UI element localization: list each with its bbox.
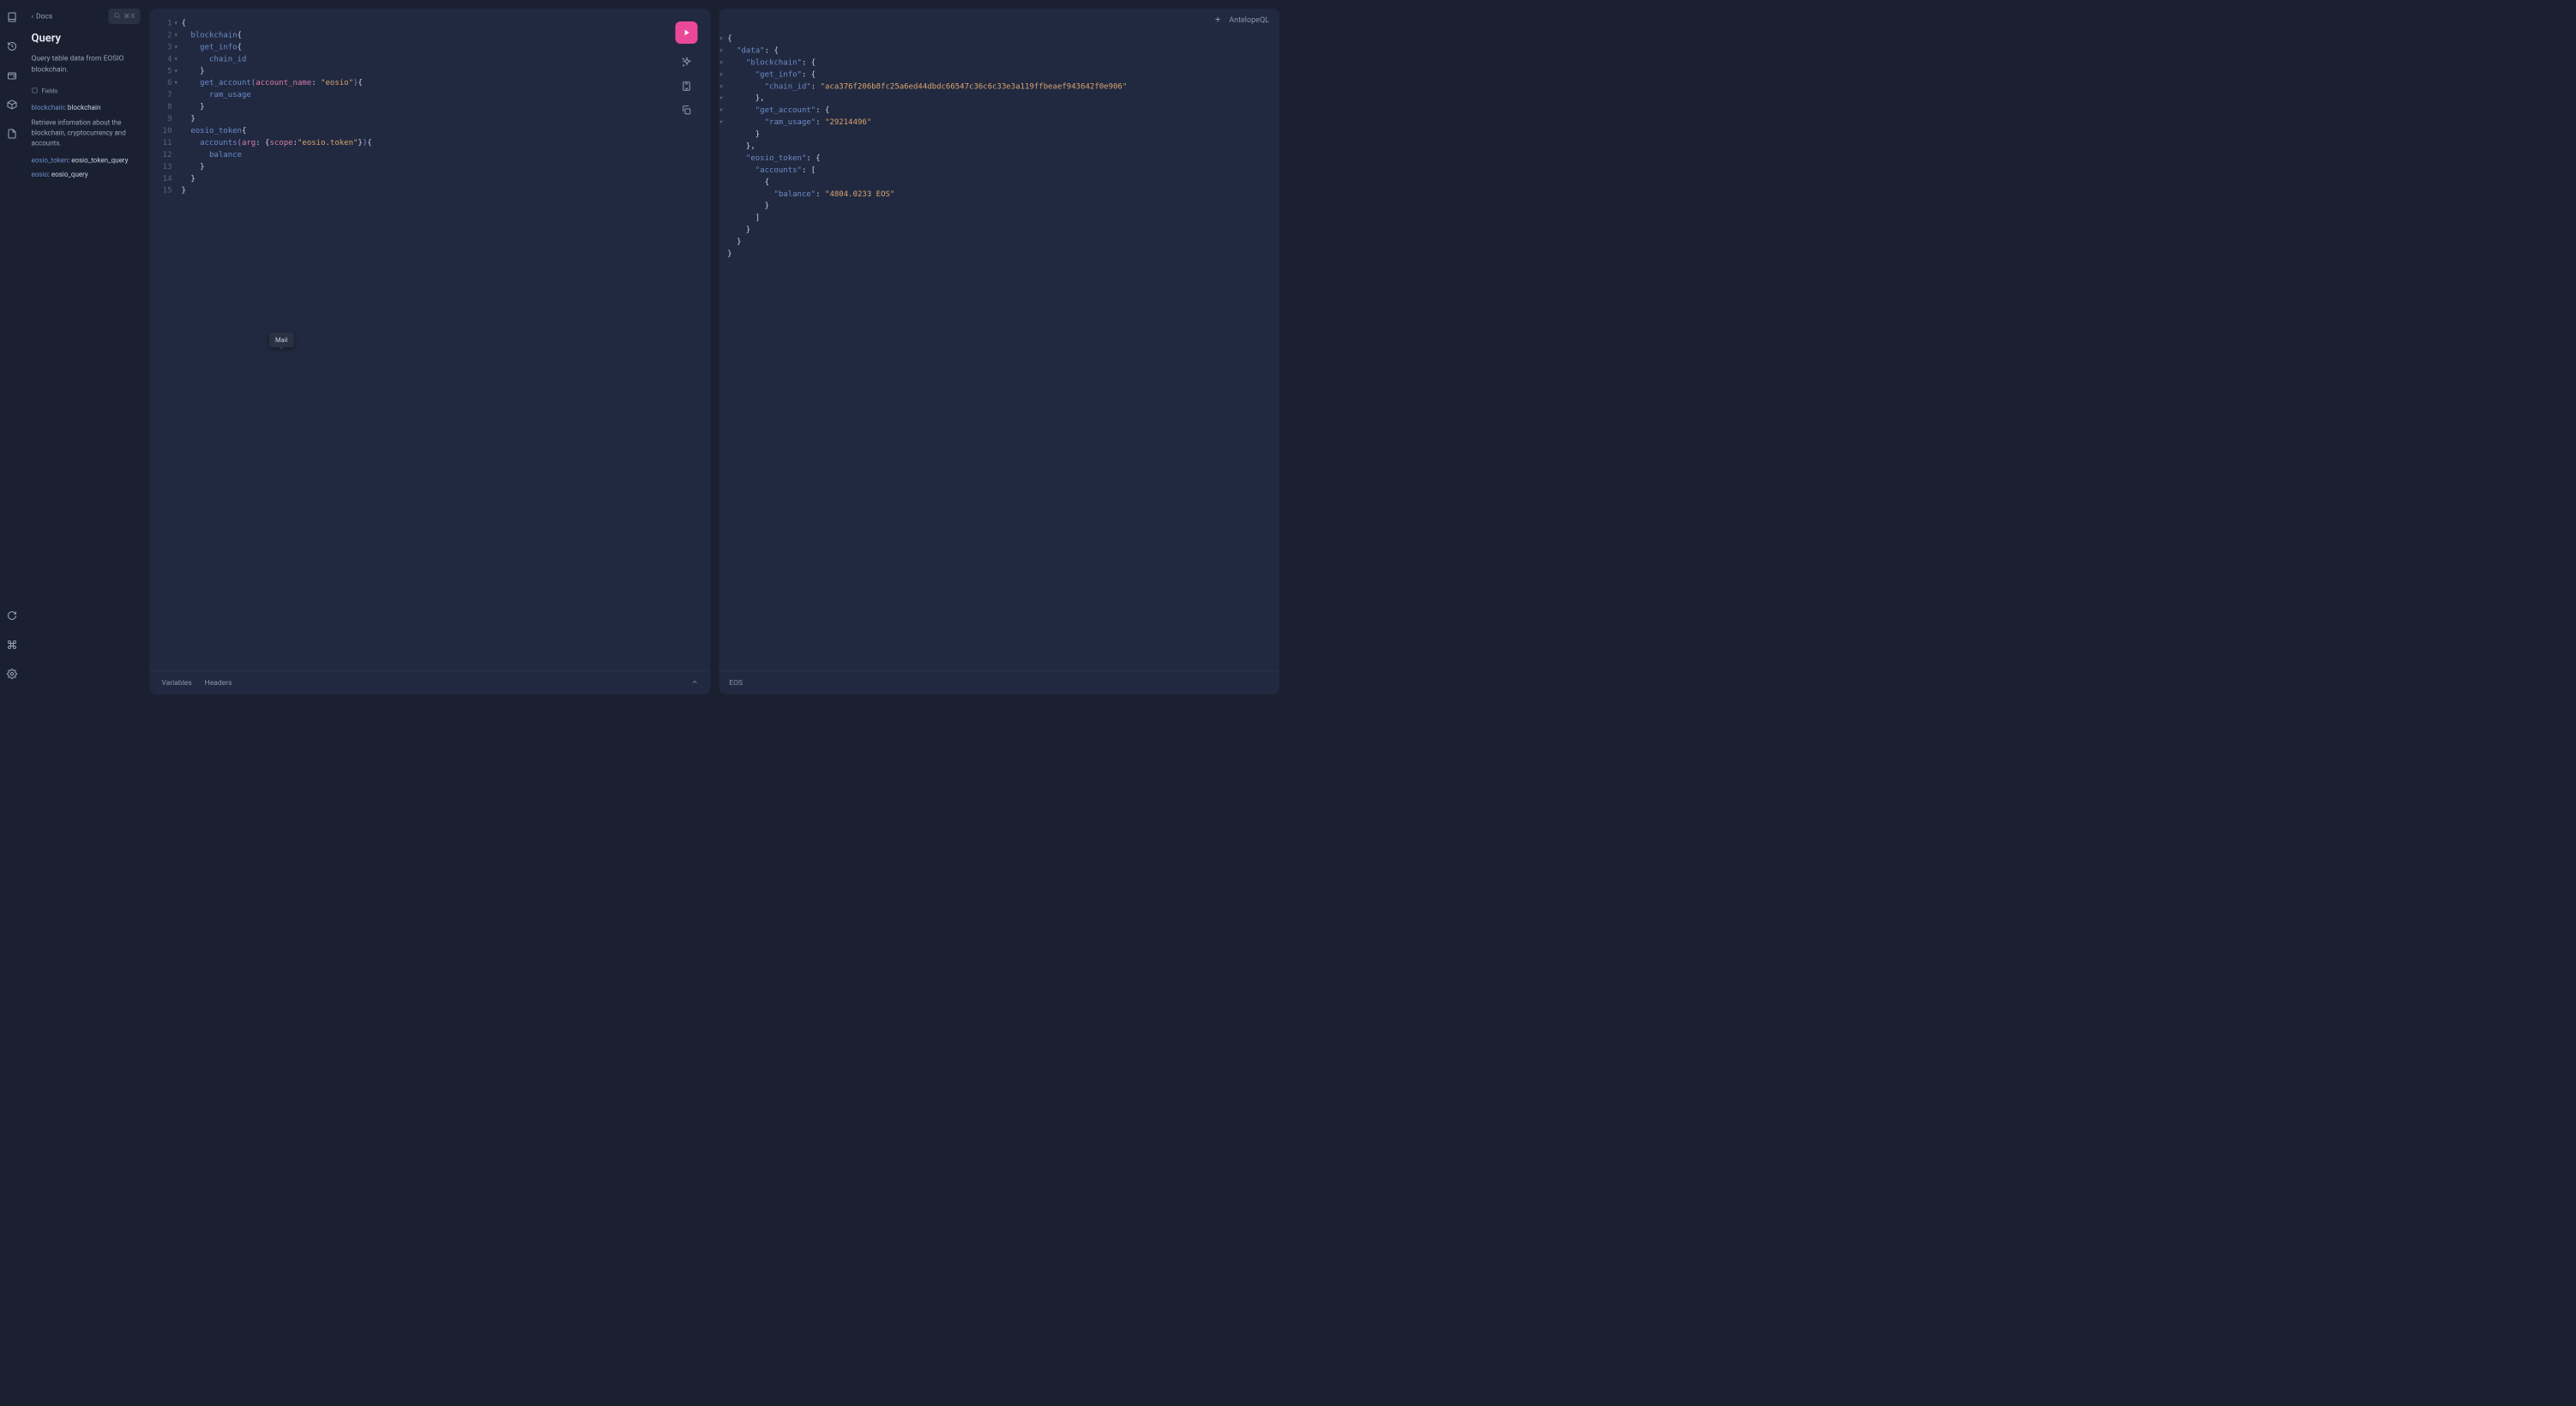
add-tab-button[interactable]: + [1215, 15, 1220, 26]
icon-rail [0, 0, 24, 703]
result-panel: + AntelopeQL ▾▾▾▾ ▾ ▾▾▾ { "data": { "blo… [719, 9, 1279, 694]
wallet-icon[interactable] [3, 67, 21, 84]
fields-label: Fields [42, 88, 58, 95]
result-title: AntelopeQL [1229, 15, 1269, 25]
editor-panel: 123456789101112131415 ▾▾▾ ▾ ▾▾ { blockch… [150, 9, 711, 694]
keyboard-shortcut-icon[interactable] [3, 636, 21, 653]
tab-variables[interactable]: Variables [162, 678, 192, 687]
run-button[interactable] [675, 21, 697, 44]
result-footer-text: EOS [729, 678, 743, 687]
merge-icon[interactable] [681, 81, 692, 92]
editor-footer: Variables Headers [150, 670, 711, 694]
back-label: Docs [36, 12, 52, 21]
page-description: Query table data from EOSIO blockchain. [32, 53, 148, 75]
search-icon [113, 12, 120, 21]
field-item-eosio_token[interactable]: eosio_token: eosio_token_query [32, 156, 148, 165]
result-footer: EOS [719, 670, 1279, 694]
field-desc: Retrieve infomation about the blockchain… [32, 117, 148, 148]
search-box[interactable]: ⌘ K [108, 9, 140, 24]
book-icon[interactable] [3, 9, 21, 26]
copy-icon[interactable] [681, 105, 692, 116]
document-icon[interactable] [3, 125, 21, 142]
back-to-docs[interactable]: ‹ Docs [32, 12, 53, 21]
cube-icon [32, 87, 39, 96]
fields-header: Fields [32, 87, 148, 96]
result-viewer[interactable]: ▾▾▾▾ ▾ ▾▾▾ { "data": { "blockchain": { "… [719, 31, 1279, 670]
search-shortcut: ⌘ K [123, 13, 135, 20]
refresh-icon[interactable] [3, 607, 21, 624]
docs-sidebar: ‹ Docs ⌘ K Query Query table data from E… [24, 0, 148, 703]
page-title: Query [32, 32, 148, 45]
gear-icon[interactable] [3, 665, 21, 682]
package-icon[interactable] [3, 96, 21, 113]
field-item-blockchain[interactable]: blockchain: blockchain [32, 104, 148, 112]
main-area: 123456789101112131415 ▾▾▾ ▾ ▾▾ { blockch… [148, 0, 1289, 703]
field-item-eosio[interactable]: eosio: eosio_query [32, 171, 148, 179]
chevron-left-icon: ‹ [32, 12, 34, 21]
tab-headers[interactable]: Headers [205, 678, 232, 687]
history-icon[interactable] [3, 38, 21, 55]
mail-tooltip: Mail [269, 333, 293, 347]
prettify-icon[interactable] [681, 57, 692, 68]
query-editor[interactable]: 123456789101112131415 ▾▾▾ ▾ ▾▾ { blockch… [150, 9, 711, 670]
chevron-up-icon[interactable] [690, 678, 698, 688]
